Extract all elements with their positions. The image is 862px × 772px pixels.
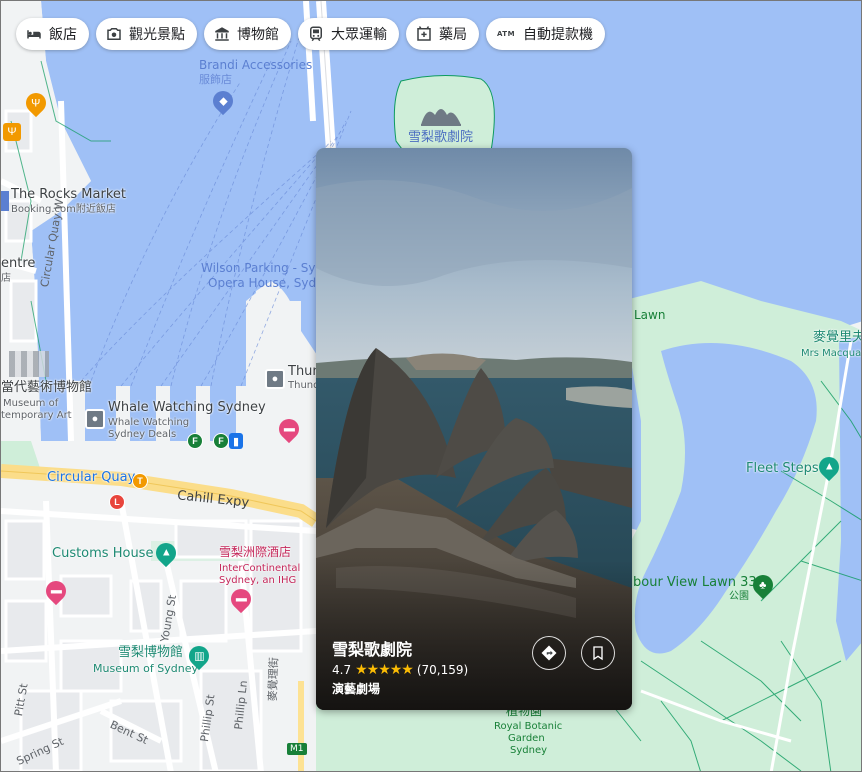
thun-sub-label: Thund — [288, 380, 320, 391]
chip-pharmacy-label: 藥局 — [439, 27, 467, 43]
chip-pharmacy[interactable]: 藥局 — [406, 18, 479, 50]
lawn-label: Lawn — [634, 308, 666, 322]
museum-sydney-label[interactable]: 雪梨博物館 — [118, 645, 183, 661]
rocks-marker — [1, 191, 9, 211]
whale-watching-label[interactable]: Whale Watching Sydney — [108, 400, 266, 416]
transit-icon — [307, 25, 325, 43]
brandi-sub-label: 服飾店 — [199, 73, 232, 86]
chip-attractions-label: 觀光景點 — [129, 27, 185, 43]
brandi-label: Brandi Accessories — [199, 58, 313, 72]
museum-sydney-sub: Museum of Sydney — [93, 662, 198, 675]
rocks-market-label[interactable]: The Rocks Market — [11, 187, 126, 203]
opera-house-label[interactable]: 雪梨歌劇院 — [408, 130, 473, 146]
landmark-icon: ▲ — [160, 547, 172, 560]
intercontinental-label[interactable]: 雪梨洲際酒店 — [219, 545, 291, 560]
macquarie-chair-sub: Mrs Macqua — [801, 348, 862, 359]
circular-quay-label[interactable]: Circular Quay — [47, 470, 135, 486]
dot-icon: ● — [91, 413, 99, 425]
ferry-icon-2[interactable]: F — [213, 433, 229, 449]
star-rating-icon: ★★★★★ — [355, 662, 414, 678]
atm-icon: ATM — [496, 30, 516, 38]
macquarie-chair-label[interactable]: 麥覺里夫 — [813, 330, 861, 346]
botanic-label-2: Garden — [508, 733, 545, 744]
mca-sub-label-2: temporary Art — [1, 410, 72, 421]
intercontinental-sub-2: Sydney, an IHG — [219, 575, 297, 586]
chip-hotels-label: 飯店 — [49, 27, 77, 43]
harbour-view-lawn-sub: 公園 — [729, 591, 749, 602]
museum-icon — [213, 25, 231, 43]
dot-icon: ● — [271, 373, 279, 385]
chip-atm-label: 自動提款機 — [523, 27, 593, 43]
tree-icon: ♣ — [759, 579, 767, 591]
map-view[interactable]: Brandi Accessories 服飾店 ◆ 雪梨歌劇院 The Rocks… — [0, 0, 862, 772]
chip-transit-label: 大眾運輸 — [331, 27, 387, 43]
m1-shield: M1 — [287, 743, 307, 756]
hotel-icon — [25, 25, 43, 43]
chip-transit[interactable]: 大眾運輸 — [298, 18, 399, 50]
chip-attractions[interactable]: 觀光景點 — [96, 18, 197, 50]
place-title: 雪梨歌劇院 — [332, 640, 413, 659]
wilson-parking-label-1: Wilson Parking - Sy — [201, 261, 316, 275]
whale-watching-sub-1: Whale Watching — [108, 417, 190, 428]
fork-knife-icon: Ψ — [31, 97, 41, 110]
museum-pin-thun[interactable]: ● — [265, 369, 285, 389]
centre-sub-label: 店 — [1, 273, 11, 284]
rating-value: 4.7 — [332, 663, 352, 677]
train-icon[interactable]: T — [132, 473, 148, 489]
opera-house-icon[interactable] — [419, 101, 463, 127]
chip-museums-label: 博物館 — [237, 27, 279, 43]
category-chips: 飯店 觀光景點 博物館 大眾運輸 藥局 ATM 自動提款機 — [16, 18, 605, 50]
mca-sub-label-1: Museum of — [3, 398, 59, 409]
pharmacy-icon — [415, 25, 433, 43]
botanic-label-1: Royal Botanic — [494, 721, 563, 732]
mca-thumbnail — [9, 351, 49, 377]
mca-label[interactable]: 當代藝術博物館 — [1, 380, 92, 396]
chip-museums[interactable]: 博物館 — [204, 18, 291, 50]
intercontinental-sub-1: InterContinental — [219, 563, 301, 574]
light-rail-icon[interactable]: L — [109, 494, 125, 510]
chip-atm[interactable]: ATM 自動提款機 — [486, 18, 605, 50]
bed-icon: ▬ — [235, 593, 247, 605]
fleet-steps-label[interactable]: Fleet Steps — [746, 461, 819, 477]
centre-label: entre — [1, 256, 36, 271]
save-button[interactable] — [581, 636, 615, 670]
review-count[interactable]: (70,159) — [417, 663, 468, 677]
bus-icon[interactable]: ▮ — [229, 433, 243, 449]
directions-icon — [541, 645, 557, 661]
bed-icon: ▬ — [283, 423, 295, 435]
macquarie-st-label: 麥覺理街 — [266, 656, 281, 702]
camera-icon — [105, 25, 123, 43]
landmark-icon: ▲ — [823, 461, 835, 474]
shopping-bag-icon: ◆ — [218, 95, 228, 108]
bed-icon: ▬ — [50, 585, 62, 597]
directions-button[interactable] — [532, 636, 566, 670]
customs-house-label[interactable]: Customs House — [52, 546, 153, 562]
rating-row: 4.7 ★★★★★ (70,159) — [332, 662, 468, 678]
restaurant-square-pin[interactable]: Ψ — [3, 123, 21, 141]
ferry-icon[interactable]: F — [187, 433, 203, 449]
wilson-parking-label-2: Opera House, Syd — [208, 276, 317, 290]
bookmark-icon — [593, 646, 603, 661]
whale-watching-pin[interactable]: ● — [85, 409, 105, 429]
museum-icon: ▥ — [193, 650, 205, 663]
botanic-label-3: Sydney — [510, 745, 548, 756]
chip-hotels[interactable]: 飯店 — [16, 18, 89, 50]
harbour-view-lawn-label[interactable]: bour View Lawn 33 — [633, 575, 757, 591]
place-photo-card[interactable]: 雪梨歌劇院 4.7 ★★★★★ (70,159) 演藝劇場 — [316, 148, 632, 710]
whale-watching-sub-2: Sydney Deals — [108, 429, 177, 440]
place-category: 演藝劇場 — [332, 682, 381, 696]
